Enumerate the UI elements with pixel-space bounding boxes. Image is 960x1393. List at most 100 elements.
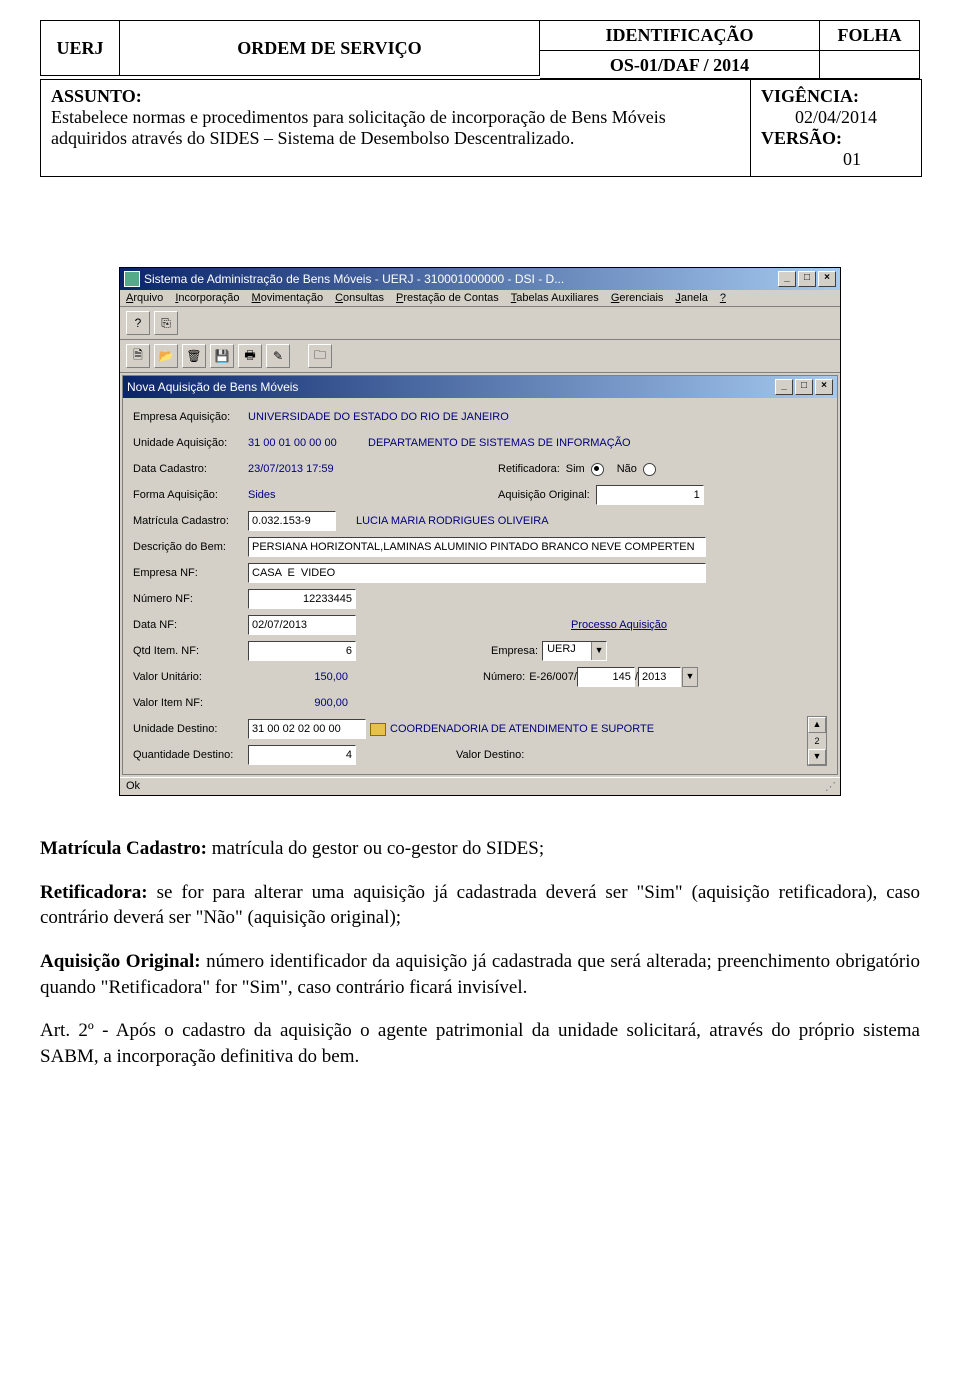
status-text: Ok — [126, 780, 140, 793]
valor-destino-label: Valor Destino: — [456, 749, 524, 761]
maximize-button[interactable]: □ — [798, 271, 816, 287]
inner-title-text: Nova Aquisição de Bens Móveis — [127, 380, 775, 394]
unidade-aquisicao-name: DEPARTAMENTO DE SISTEMAS DE INFORMAÇÃO — [368, 437, 631, 449]
valor-unitario-label: Valor Unitário: — [133, 671, 248, 683]
numero-input[interactable] — [577, 667, 635, 687]
app-screenshot: Sistema de Administração de Bens Móveis … — [119, 267, 841, 796]
form-area: Empresa Aquisição: UNIVERSIDADE DO ESTAD… — [123, 398, 837, 774]
menu-arquivo[interactable]: Arquivo — [126, 292, 163, 304]
scroll-down-icon[interactable]: ▼ — [808, 749, 826, 765]
header: UERJ ORDEM DE SERVIÇO IDENTIFICAÇÃO OS-0… — [40, 20, 920, 79]
resize-grip-icon[interactable]: ⋰ — [825, 780, 834, 793]
vigencia-value: 02/04/2014 — [761, 107, 911, 128]
quantidade-destino-label: Quantidade Destino: — [133, 749, 248, 761]
menu-janela[interactable]: Janela — [675, 292, 707, 304]
quantidade-destino-input[interactable] — [248, 745, 356, 765]
retificadora-nao-label: Não — [617, 463, 637, 475]
numero-nf-label: Número NF: — [133, 593, 248, 605]
empresa-aquisicao-label: Empresa Aquisição: — [133, 411, 248, 423]
retificadora-sim-radio[interactable] — [591, 463, 604, 476]
empresa-combo-value: UERJ — [543, 642, 591, 660]
retificadora-nao-radio[interactable] — [643, 463, 656, 476]
assunto-label: ASSUNTO: — [51, 86, 142, 106]
new-icon[interactable]: 🗎 — [126, 344, 150, 368]
unidade-aquisicao-label: Unidade Aquisição: — [133, 437, 248, 449]
p2-bold: Retificadora: — [40, 882, 148, 903]
header-folha-label: FOLHA — [820, 20, 920, 51]
menu-incorporacao[interactable]: Incorporação — [175, 292, 239, 304]
data-nf-input[interactable] — [248, 615, 356, 635]
qtd-item-nf-input[interactable] — [248, 641, 356, 661]
help-icon[interactable]: ? — [126, 311, 150, 335]
numero-label: Número: — [483, 671, 525, 683]
menu-gerenciais[interactable]: Gerenciais — [611, 292, 664, 304]
qtd-item-nf-label: Qtd Item. NF: — [133, 645, 248, 657]
header-ident-value: OS-01/DAF / 2014 — [540, 51, 820, 79]
main-titlebar: Sistema de Administração de Bens Móveis … — [120, 268, 840, 290]
scroll-box: ▲ 2 ▼ — [807, 716, 827, 766]
combo-down-icon[interactable]: ▼ — [591, 642, 606, 660]
inner-close-button[interactable]: × — [815, 379, 833, 395]
data-cadastro-value: 23/07/2013 17:59 — [248, 463, 498, 475]
numero-nf-input[interactable] — [248, 589, 356, 609]
delete-icon[interactable]: 🗑 — [182, 344, 206, 368]
menu-prestacao[interactable]: Prestação de Contas — [396, 292, 499, 304]
numero-prefix: E-26/007/ — [529, 671, 577, 683]
empresa-aquisicao-value: UNIVERSIDADE DO ESTADO DO RIO DE JANEIRO — [248, 411, 509, 423]
menu-help[interactable]: ? — [720, 292, 726, 304]
tool-icon[interactable]: ✎ — [266, 344, 290, 368]
aquisicao-original-input[interactable] — [596, 485, 704, 505]
menu-consultas[interactable]: Consultas — [335, 292, 384, 304]
empresa-nf-input[interactable] — [248, 563, 706, 583]
header-uerj: UERJ — [40, 20, 120, 76]
retificadora-label: Retificadora: — [498, 463, 560, 475]
p2-rest: se for para alterar uma aquisição já cad… — [40, 882, 920, 929]
menu-tabelas[interactable]: Tabelas Auxiliares — [511, 292, 599, 304]
close-button[interactable]: × — [818, 271, 836, 287]
empresa-label: Empresa: — [491, 645, 538, 657]
numero-year-input[interactable] — [638, 667, 681, 687]
scroll-up-icon[interactable]: ▲ — [808, 717, 826, 733]
forma-aquisicao-value: Sides — [248, 489, 498, 501]
article-text: Art. 2º - Após o cadastro da aquisição o… — [40, 1018, 920, 1069]
assunto-text: Estabelece normas e procedimentos para s… — [51, 107, 666, 148]
app-title: Sistema de Administração de Bens Móveis … — [144, 272, 778, 286]
toolbar-1: ? ⎘ — [120, 307, 840, 340]
toolbar-2: 🗎 📂 🗑 💾 🖶 ✎ 🗀 — [120, 340, 840, 373]
unidade-destino-input[interactable] — [248, 719, 366, 739]
unidade-destino-label: Unidade Destino: — [133, 723, 248, 735]
unidade-aquisicao-code: 31 00 01 00 00 00 — [248, 437, 368, 449]
folder-icon[interactable] — [370, 723, 386, 736]
vigencia-label: VIGÊNCIA: — [761, 86, 859, 106]
data-nf-label: Data NF: — [133, 619, 248, 631]
processo-aquisicao-link[interactable]: Processo Aquisição — [571, 619, 667, 631]
matricula-cadastro-name: LUCIA MARIA RODRIGUES OLIVEIRA — [356, 515, 549, 527]
valor-item-nf-value: 900,00 — [248, 697, 348, 709]
valor-item-nf-label: Valor Item NF: — [133, 697, 248, 709]
header-folha-value — [820, 51, 920, 79]
minimize-button[interactable]: _ — [778, 271, 796, 287]
browse-icon[interactable]: 🗀 — [308, 344, 332, 368]
menu-movimentacao[interactable]: Movimentação — [252, 292, 324, 304]
matricula-cadastro-input[interactable] — [248, 511, 336, 531]
year-down-icon[interactable]: ▼ — [682, 667, 698, 687]
inner-titlebar: Nova Aquisição de Bens Móveis _ □ × — [123, 376, 837, 398]
statusbar: Ok ⋰ — [120, 777, 840, 795]
body-text: Matrícula Cadastro: matrícula do gestor … — [40, 836, 920, 1069]
inner-maximize-button[interactable]: □ — [795, 379, 813, 395]
print-icon[interactable]: 🖶 — [238, 344, 262, 368]
inner-window: Nova Aquisição de Bens Móveis _ □ × Empr… — [122, 375, 838, 775]
inner-minimize-button[interactable]: _ — [775, 379, 793, 395]
subject-box: ASSUNTO: Estabelece normas e procediment… — [40, 79, 922, 177]
empresa-nf-label: Empresa NF: — [133, 567, 248, 579]
retificadora-sim-label: Sim — [566, 463, 585, 475]
forma-aquisicao-label: Forma Aquisição: — [133, 489, 248, 501]
descricao-bem-label: Descrição do Bem: — [133, 541, 248, 553]
exit-icon[interactable]: ⎘ — [154, 311, 178, 335]
save-icon[interactable]: 💾 — [210, 344, 234, 368]
open-icon[interactable]: 📂 — [154, 344, 178, 368]
descricao-bem-input[interactable] — [248, 537, 706, 557]
scroll-count: 2 — [814, 736, 819, 746]
empresa-combo[interactable]: UERJ ▼ — [542, 641, 607, 661]
p3-bold: Aquisição Original: — [40, 951, 201, 972]
